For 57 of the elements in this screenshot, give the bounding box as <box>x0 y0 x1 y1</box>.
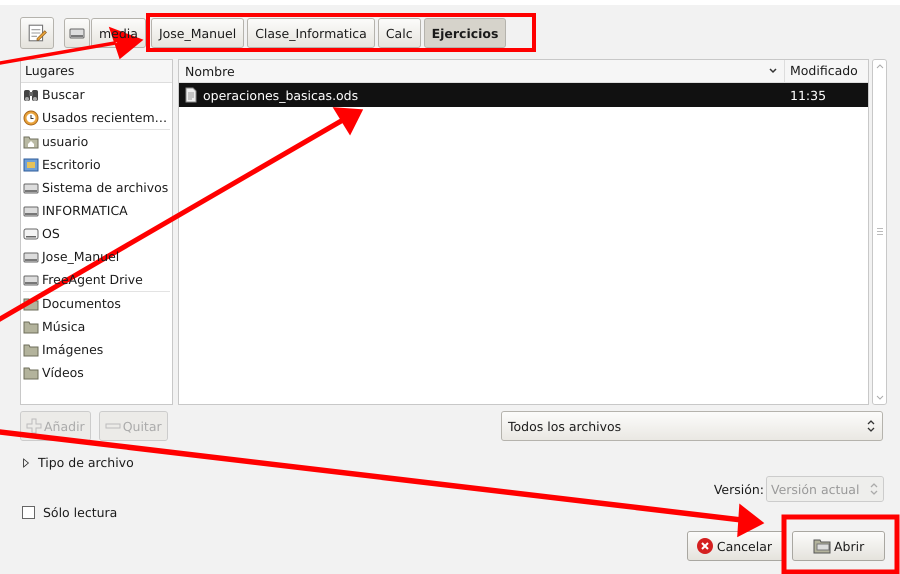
edit-location-button[interactable] <box>20 17 54 49</box>
column-header[interactable]: Nombre <box>179 60 785 82</box>
open-button[interactable]: Abrir <box>792 531 885 561</box>
file-row[interactable]: operaciones_basicas.ods 11:35 <box>179 83 868 107</box>
close-icon <box>696 537 714 555</box>
place-label: Imágenes <box>42 342 104 357</box>
folder-icon <box>23 342 39 358</box>
column-header[interactable]: Lugares <box>21 60 172 83</box>
place-label: Buscar <box>42 87 85 102</box>
place-item[interactable]: OS <box>21 222 172 245</box>
combo-value: Todos los archivos <box>508 418 622 434</box>
place-item[interactable]: Sistema de archivos <box>21 176 172 199</box>
file-type-expander[interactable]: Tipo de archivo <box>22 455 142 470</box>
path-button[interactable]: Calc <box>378 18 421 48</box>
place-item[interactable]: Imágenes <box>21 338 172 361</box>
path-button[interactable]: Clase_Informatica <box>247 18 375 48</box>
document-icon <box>183 87 199 103</box>
checkbox[interactable] <box>22 506 35 519</box>
home-folder-icon <box>23 134 39 150</box>
place-item[interactable]: Vídeos <box>21 361 172 384</box>
file-name: operaciones_basicas.ods <box>203 88 358 102</box>
clock-icon <box>23 110 39 126</box>
folder-icon <box>23 318 39 334</box>
notepad-icon <box>27 23 47 43</box>
chevron-down-icon <box>768 66 778 76</box>
place-label: Usados recientem… <box>42 110 168 125</box>
place-label: usuario <box>42 134 88 149</box>
place-label: Sistema de archivos <box>42 180 168 195</box>
folder-icon <box>813 537 831 555</box>
place-item[interactable]: Música <box>21 315 172 338</box>
place-item[interactable]: INFORMATICA <box>21 199 172 222</box>
filter-combo[interactable]: Todos los archivos <box>501 411 883 441</box>
combo-value: Versión actual <box>771 482 860 496</box>
place-item[interactable]: Usados recientem… <box>21 106 172 129</box>
place-label: Vídeos <box>42 365 84 380</box>
drive-button[interactable] <box>64 18 90 48</box>
place-label: OS <box>42 226 60 241</box>
modified-time: 11:35 <box>789 88 828 102</box>
checkbox-label: Sólo lectura <box>43 505 118 520</box>
desktop-icon <box>23 156 39 172</box>
updown-icon <box>869 482 879 496</box>
place-item[interactable]: Escritorio <box>21 153 172 176</box>
place-label: Música <box>42 319 86 334</box>
triangle-icon <box>22 456 30 468</box>
path-button[interactable]: Jose_Manuel <box>150 18 244 48</box>
place-item[interactable]: usuario <box>21 130 172 153</box>
scrollbar[interactable] <box>872 59 887 405</box>
updown-icon <box>866 419 876 433</box>
path-button[interactable]: Ejercicios <box>424 18 506 48</box>
folder-icon <box>23 364 39 380</box>
version-label: Versión: <box>714 482 764 496</box>
place-label: Escritorio <box>42 157 101 172</box>
plus-icon <box>26 418 42 434</box>
place-label: Documentos <box>42 296 121 311</box>
column-header[interactable]: Modificado <box>785 60 868 82</box>
place-label: INFORMATICA <box>42 203 128 218</box>
place-item[interactable]: Buscar <box>21 83 172 106</box>
